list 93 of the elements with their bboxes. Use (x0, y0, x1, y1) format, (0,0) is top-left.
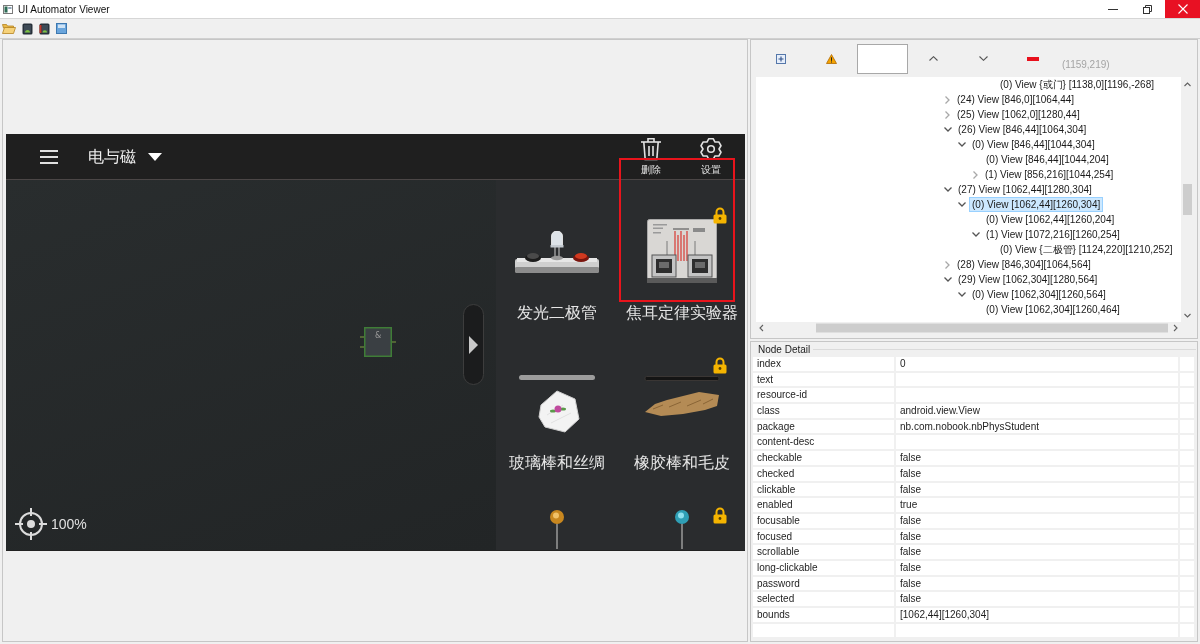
chevron-down-icon[interactable] (944, 127, 952, 132)
property-value: android.view.View (896, 404, 1180, 420)
tree-item[interactable]: (29) View [1062,304][1280,564] (955, 272, 1101, 287)
phone-icon[interactable] (39, 22, 50, 35)
chevron-up-icon[interactable] (928, 56, 938, 61)
property-name: resource-id (753, 388, 896, 405)
tree-item[interactable]: (26) View [846,44][1064,304] (955, 122, 1090, 137)
chevron-down-icon[interactable] (958, 142, 966, 147)
property-name: enabled (753, 498, 896, 514)
phone-icon[interactable] (22, 22, 33, 35)
chevron-down-icon[interactable] (958, 292, 966, 297)
category-title[interactable]: 电与磁 (88, 146, 136, 167)
window-icon (3, 4, 13, 14)
property-value: 0 (896, 357, 1180, 373)
minimize-icon[interactable] (1107, 8, 1118, 10)
property-name: checkable (753, 451, 896, 467)
property-name: selected (753, 592, 896, 608)
item-label: 橡胶棒和毛皮 (633, 453, 730, 473)
property-name: class (753, 404, 896, 420)
chevron-down-icon[interactable] (972, 232, 980, 237)
property-value: false (896, 466, 1180, 483)
tree-item[interactable]: (0) View {二极管} [1124,220][1210,252] (997, 242, 1176, 257)
tree-item[interactable]: (27) View [1062,44][1280,304] (955, 182, 1095, 197)
tree-item[interactable]: (1) View [856,216][1044,254] (982, 167, 1117, 182)
pin-drawing[interactable] (549, 509, 565, 549)
glass-rod-and-silk-drawing[interactable] (517, 375, 597, 433)
group-title: Node Detail (758, 343, 811, 356)
tree-item[interactable]: (0) View [1062,304][1260,564] (969, 287, 1109, 302)
tree-item[interactable]: (0) View [846,44][1044,204] (983, 152, 1112, 167)
delete-button[interactable]: 删除 (631, 137, 671, 176)
rubber-rod-and-fur-drawing[interactable] (642, 376, 721, 416)
property-value: false (896, 576, 1180, 593)
cursor-coordinates: (1159,219) (1062, 59, 1110, 71)
tree-item[interactable]: (0) View [846,44][1044,304] (969, 137, 1098, 152)
item-label: 焦耳定律实验器 (625, 303, 738, 323)
property-value: false (896, 482, 1180, 499)
property-value: false (896, 513, 1180, 530)
item-label: 发光二极管 (517, 303, 597, 323)
property-name: checked (753, 466, 896, 483)
property-name: focused (753, 529, 896, 546)
property-value: false (896, 592, 1180, 608)
tree-item[interactable]: (28) View [846,304][1064,564] (954, 257, 1094, 272)
property-value: true (896, 498, 1180, 514)
property-name: content-desc (753, 435, 896, 452)
chevron-down-icon[interactable] (958, 202, 966, 207)
tree-item[interactable]: (1) View [1072,216][1260,254] (983, 227, 1123, 242)
folder-icon[interactable] (2, 23, 16, 34)
joule-apparatus-drawing[interactable] (646, 219, 717, 283)
pin-drawing[interactable] (673, 509, 690, 549)
settings-button[interactable]: 设置 (691, 137, 731, 176)
tree-item[interactable]: (0) View [1062,44][1260,304] (969, 197, 1104, 212)
tree-item[interactable]: (24) View [846,0][1064,44] (954, 92, 1078, 107)
triangle-right-icon (469, 335, 478, 354)
property-name: scrollable (753, 545, 896, 561)
property-value: [1062,44][1260,304] (896, 608, 1180, 624)
tree-item[interactable]: (0) View [1062,304][1260,464] (983, 302, 1123, 317)
chevron-down-icon[interactable] (944, 277, 952, 282)
chevron-down-icon[interactable] (978, 56, 988, 61)
property-value: false (896, 560, 1180, 577)
property-name: clickable (753, 482, 896, 499)
tree-item[interactable]: (25) View [1062,0][1280,44] (954, 107, 1083, 122)
tree-item[interactable]: (0) View [1062,44][1260,204] (983, 212, 1118, 227)
menu-icon[interactable] (40, 148, 58, 165)
plus-square-icon[interactable] (776, 53, 786, 64)
trash-icon (640, 137, 662, 161)
property-value: nb.com.nobook.nbPhysStudent (896, 419, 1180, 436)
chevron-down-icon[interactable] (944, 187, 952, 192)
property-name: password (753, 576, 896, 593)
property-name: package (753, 419, 896, 436)
property-name: index (753, 357, 896, 373)
property-name: text (753, 372, 896, 389)
save-icon[interactable] (56, 23, 67, 34)
close-icon[interactable] (1177, 4, 1188, 14)
window-title: UI Automator Viewer (18, 2, 110, 16)
warning-icon[interactable] (825, 53, 837, 64)
item-label: 玻璃棒和丝绸 (509, 453, 605, 473)
search-field[interactable] (857, 43, 908, 74)
restore-icon[interactable] (1143, 4, 1152, 14)
panel-toggle-button[interactable] (463, 304, 484, 385)
minus-icon[interactable] (1027, 56, 1039, 61)
settings-icon (699, 137, 723, 161)
zoom-level: 100% (51, 516, 87, 532)
property-value: false (896, 529, 1180, 546)
property-name: bounds (753, 608, 896, 624)
property-value: false (896, 545, 1180, 561)
caret-icon[interactable] (148, 152, 162, 161)
property-name: long-clickable (753, 560, 896, 577)
tree-item[interactable]: (0) View {或门} [1138,0][1196,-268] (997, 77, 1157, 92)
led-board-drawing[interactable] (515, 231, 599, 273)
property-name: focusable (753, 513, 896, 530)
property-value: false (896, 451, 1180, 467)
crosshair-icon[interactable] (15, 508, 47, 540)
close-button[interactable] (1165, 0, 1200, 18)
